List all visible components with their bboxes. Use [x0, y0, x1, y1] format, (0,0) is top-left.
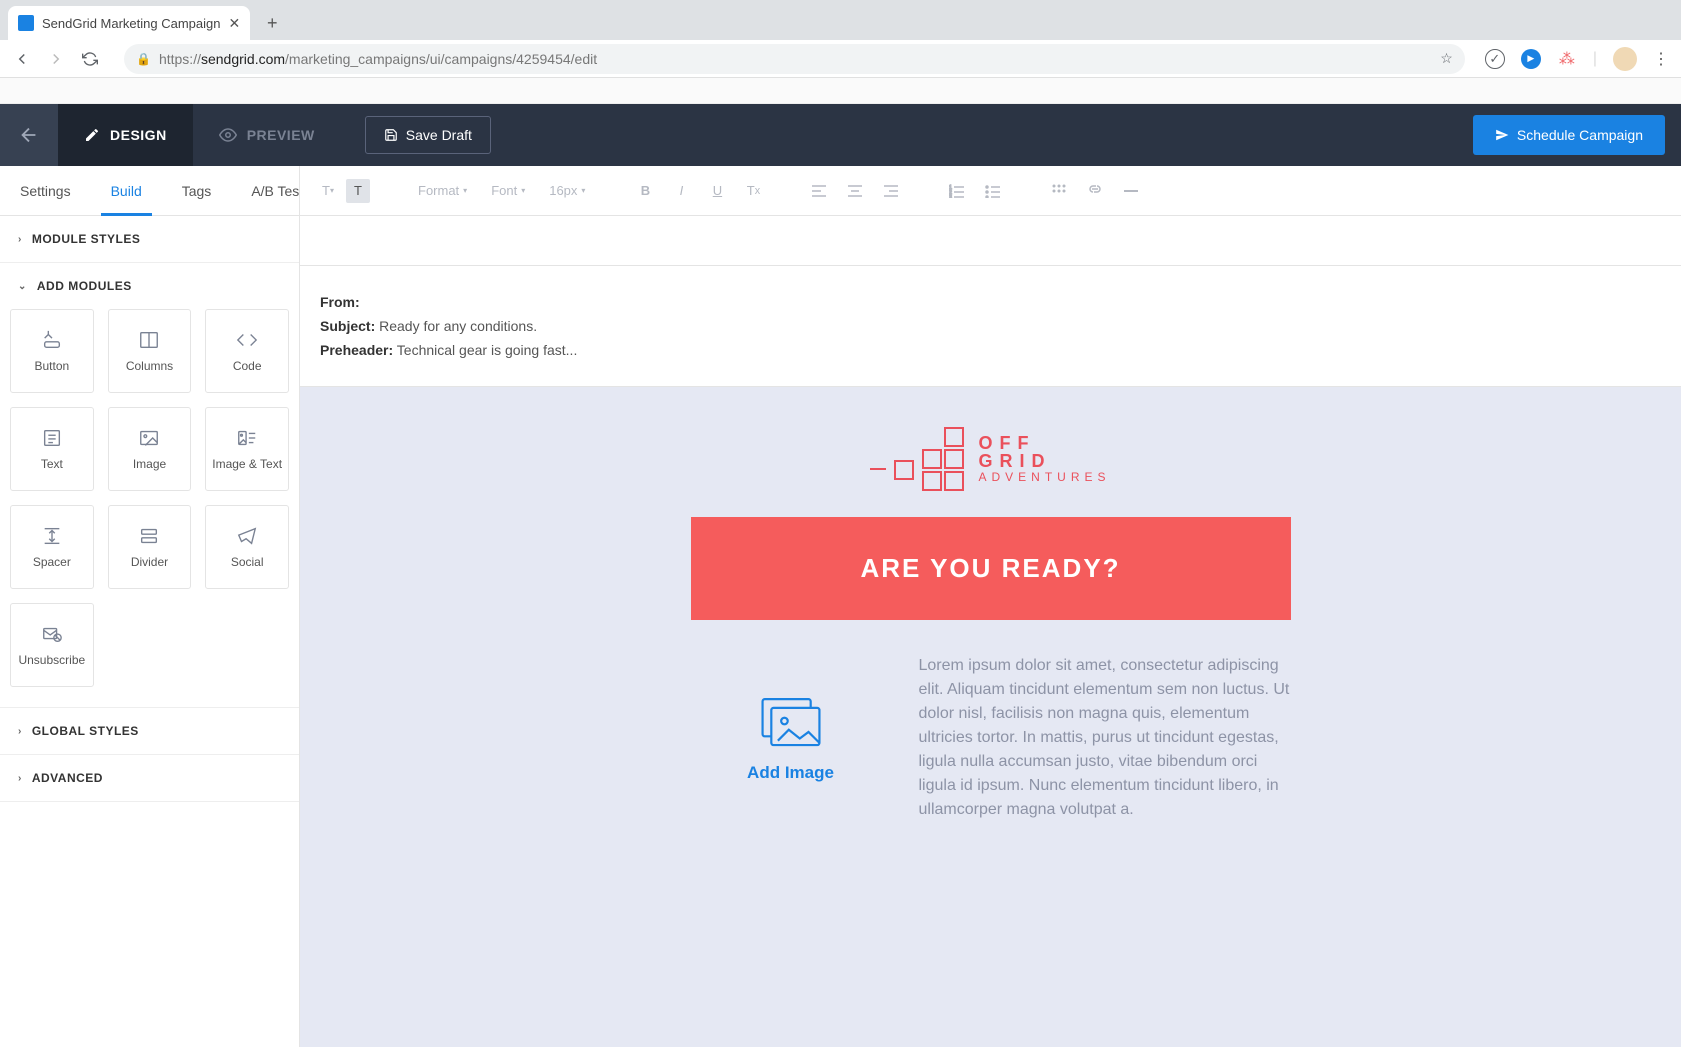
- module-text[interactable]: Text: [10, 407, 94, 491]
- tb-clear-format-button[interactable]: Tx: [741, 179, 765, 203]
- sidebar-tab-ab[interactable]: A/B Testing: [231, 166, 300, 215]
- accordion-add-modules[interactable]: ⌄ADD MODULES Button Columns Code Text: [0, 263, 299, 708]
- module-image[interactable]: Image: [108, 407, 192, 491]
- module-divider[interactable]: Divider: [108, 505, 192, 589]
- browser-actions: ✓ ▶ ⁂ | ⋮: [1485, 47, 1669, 71]
- preheader-label: Preheader:: [320, 342, 393, 358]
- body-text[interactable]: Lorem ipsum dolor sit amet, consectetur …: [919, 654, 1291, 822]
- module-unsubscribe[interactable]: Unsubscribe: [10, 603, 94, 687]
- browser-menu-icon[interactable]: ⋮: [1653, 49, 1669, 69]
- tab-design-label: DESIGN: [110, 127, 167, 143]
- tab-design[interactable]: DESIGN: [58, 104, 193, 166]
- save-draft-label: Save Draft: [406, 127, 472, 143]
- new-tab-button[interactable]: +: [258, 9, 286, 37]
- tb-font-select[interactable]: Font ▾: [485, 183, 531, 198]
- tb-underline-button[interactable]: U: [705, 179, 729, 203]
- logo-line3: ADVENTURES: [978, 470, 1110, 484]
- ext-icon-2[interactable]: ▶: [1521, 49, 1541, 69]
- schedule-campaign-button[interactable]: Schedule Campaign: [1473, 115, 1665, 155]
- svg-text:3: 3: [949, 195, 952, 198]
- sidebar-tab-settings[interactable]: Settings: [0, 166, 91, 215]
- subject-label: Subject:: [320, 318, 375, 334]
- bookmark-strip: [0, 78, 1681, 104]
- email-meta: From: Subject: Ready for any conditions.…: [300, 266, 1681, 387]
- ext-icon-3[interactable]: ⁂: [1557, 49, 1577, 69]
- tb-text-button[interactable]: T: [346, 179, 370, 203]
- tb-ol-button[interactable]: 123: [945, 179, 969, 203]
- accordion-global-styles[interactable]: ›GLOBAL STYLES: [0, 708, 299, 755]
- close-tab-icon[interactable]: ✕: [228, 15, 240, 32]
- browser-forward-button[interactable]: [46, 49, 66, 69]
- tab-preview[interactable]: PREVIEW: [193, 104, 341, 166]
- secondary-toolbar: [300, 216, 1681, 266]
- app-header: DESIGN PREVIEW Save Draft Schedule Campa…: [0, 104, 1681, 166]
- logo[interactable]: OFF GRID ADVENTURES: [691, 417, 1291, 517]
- sidebar-tab-build[interactable]: Build: [91, 166, 162, 215]
- module-columns[interactable]: Columns: [108, 309, 192, 393]
- module-social[interactable]: Social: [205, 505, 289, 589]
- logo-line2: GRID: [978, 452, 1110, 470]
- tb-format-select[interactable]: Format ▾: [412, 183, 473, 198]
- content-row[interactable]: Add Image Lorem ipsum dolor sit amet, co…: [691, 620, 1291, 856]
- sidebar-tab-tags[interactable]: Tags: [162, 166, 232, 215]
- tb-heading-button[interactable]: T ▾: [316, 179, 340, 203]
- tb-hr-button[interactable]: [1119, 179, 1143, 203]
- tb-italic-button[interactable]: I: [669, 179, 693, 203]
- url-text: https://sendgrid.com/marketing_campaigns…: [159, 51, 597, 67]
- hero-banner[interactable]: ARE YOU READY?: [691, 517, 1291, 620]
- favicon-icon: [18, 15, 34, 31]
- module-code[interactable]: Code: [205, 309, 289, 393]
- tb-grid-button[interactable]: [1047, 179, 1071, 203]
- tab-preview-label: PREVIEW: [247, 127, 315, 143]
- preheader-value[interactable]: Technical gear is going fast...: [397, 342, 578, 358]
- tb-size-select[interactable]: 16px ▾: [543, 183, 591, 198]
- app-back-button[interactable]: [0, 104, 58, 166]
- browser-tab-strip: SendGrid Marketing Campaign ✕ +: [0, 0, 1681, 40]
- email-canvas[interactable]: OFF GRID ADVENTURES ARE YOU READY?: [300, 387, 1681, 1047]
- tb-align-right-button[interactable]: [879, 179, 903, 203]
- tb-link-button[interactable]: [1083, 179, 1107, 203]
- ext-icon-1[interactable]: ✓: [1485, 49, 1505, 69]
- tb-ul-button[interactable]: [981, 179, 1005, 203]
- accordion-advanced[interactable]: ›ADVANCED: [0, 755, 299, 802]
- text-toolbar: T ▾ T Format ▾ Font ▾ 16px ▾ B I U Tx 12…: [300, 166, 1681, 216]
- subject-value[interactable]: Ready for any conditions.: [379, 318, 537, 334]
- accordion-module-styles[interactable]: ›MODULE STYLES: [0, 216, 299, 263]
- module-spacer[interactable]: Spacer: [10, 505, 94, 589]
- lock-icon: 🔒: [136, 52, 151, 66]
- module-button[interactable]: Button: [10, 309, 94, 393]
- browser-reload-button[interactable]: [80, 49, 100, 69]
- add-image-dropzone[interactable]: Add Image: [691, 654, 891, 822]
- save-draft-button[interactable]: Save Draft: [365, 116, 491, 154]
- sidebar: Settings Build Tags A/B Testing ›MODULE …: [0, 166, 300, 1047]
- schedule-label: Schedule Campaign: [1517, 127, 1643, 143]
- editor: T ▾ T Format ▾ Font ▾ 16px ▾ B I U Tx 12…: [300, 166, 1681, 1047]
- tb-bold-button[interactable]: B: [633, 179, 657, 203]
- add-image-label: Add Image: [747, 763, 834, 783]
- hero-text: ARE YOU READY?: [860, 553, 1120, 583]
- url-bar: 🔒 https://sendgrid.com/marketing_campaig…: [0, 40, 1681, 78]
- profile-avatar[interactable]: [1613, 47, 1637, 71]
- logo-line1: OFF: [978, 434, 1110, 452]
- tb-align-center-button[interactable]: [843, 179, 867, 203]
- module-image-text[interactable]: Image & Text: [205, 407, 289, 491]
- from-label: From:: [320, 294, 360, 310]
- tb-align-left-button[interactable]: [807, 179, 831, 203]
- browser-tab[interactable]: SendGrid Marketing Campaign ✕: [8, 6, 250, 40]
- star-icon[interactable]: ☆: [1440, 50, 1453, 67]
- tab-title: SendGrid Marketing Campaign: [42, 16, 220, 31]
- chevron-right-icon: ›: [18, 234, 22, 245]
- sidebar-tabs: Settings Build Tags A/B Testing: [0, 166, 299, 216]
- chevron-right-icon: ›: [18, 726, 22, 737]
- chevron-down-icon: ⌄: [18, 281, 27, 292]
- browser-back-button[interactable]: [12, 49, 32, 69]
- chevron-right-icon: ›: [18, 773, 22, 784]
- url-field[interactable]: 🔒 https://sendgrid.com/marketing_campaig…: [124, 44, 1465, 74]
